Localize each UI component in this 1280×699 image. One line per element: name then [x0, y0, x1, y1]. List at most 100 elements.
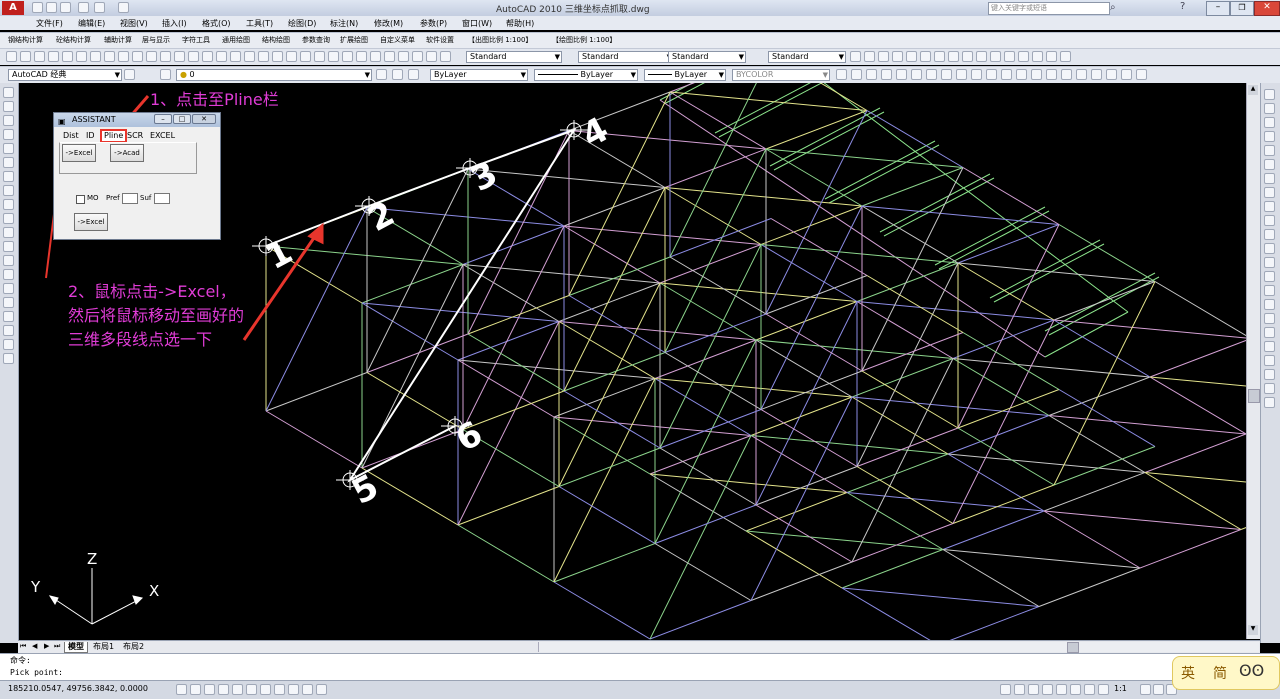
standard-tool-35-icon[interactable] [892, 51, 903, 62]
menu-item-0[interactable]: 文件(F) [36, 18, 63, 29]
draw-tool-18-icon[interactable] [3, 339, 14, 350]
draw-tool-15-icon[interactable] [3, 297, 14, 308]
standard-tool-43-icon[interactable] [1004, 51, 1015, 62]
view-tool-18-icon[interactable] [1106, 69, 1117, 80]
modify-tool-8-icon[interactable] [1264, 201, 1275, 212]
dialog-maximize-icon[interactable]: □ [173, 114, 191, 124]
help-icon[interactable]: ? [1180, 1, 1185, 12]
layer-previous-icon[interactable] [392, 69, 403, 80]
modify-tool-16-icon[interactable] [1264, 313, 1275, 324]
standard-tool-47-icon[interactable] [1060, 51, 1071, 62]
scroll-up-icon[interactable]: ▲ [1248, 85, 1258, 95]
text-style-combo[interactable]: Standard ▼ [466, 51, 562, 63]
standard-tool-46-icon[interactable] [1046, 51, 1057, 62]
view-tool-14-icon[interactable] [1046, 69, 1057, 80]
tab-nav-next-icon[interactable]: ▶ [44, 642, 49, 650]
status-toggle-20-icon[interactable] [1153, 684, 1164, 695]
dialog-titlebar[interactable]: ▣ ASSISTANT – □ ✕ [54, 113, 220, 127]
standard-tool-34-icon[interactable] [878, 51, 889, 62]
status-toggle-7-icon[interactable] [274, 684, 285, 695]
status-toggle-16-icon[interactable] [1070, 684, 1081, 695]
draw-tool-12-icon[interactable] [3, 255, 14, 266]
qat-undo-icon[interactable] [78, 2, 89, 13]
standard-tool-24-icon[interactable] [342, 51, 353, 62]
menu-item-7[interactable]: 标注(N) [330, 18, 358, 29]
draw-tool-19-icon[interactable] [3, 353, 14, 364]
modify-tool-6-icon[interactable] [1264, 173, 1275, 184]
standard-tool-18-icon[interactable] [258, 51, 269, 62]
status-toggle-3-icon[interactable] [218, 684, 229, 695]
draw-tool-6-icon[interactable] [3, 171, 14, 182]
draw-tool-10-icon[interactable] [3, 227, 14, 238]
view-tool-5-icon[interactable] [911, 69, 922, 80]
custom-menu-item-2[interactable]: 辅助计算 [104, 35, 132, 45]
status-toggle-10-icon[interactable] [316, 684, 327, 695]
view-tool-20-icon[interactable] [1136, 69, 1147, 80]
color-combo[interactable]: ByLayer ▼ [430, 69, 528, 81]
workspace-settings-icon[interactable] [124, 69, 135, 80]
standard-tool-0-icon[interactable] [6, 51, 17, 62]
minimize-icon[interactable]: – [1206, 1, 1230, 16]
standard-tool-22-icon[interactable] [314, 51, 325, 62]
tab-dist[interactable]: Dist [63, 131, 79, 141]
modify-tool-22-icon[interactable] [1264, 397, 1275, 408]
modify-tool-14-icon[interactable] [1264, 285, 1275, 296]
modify-tool-4-icon[interactable] [1264, 145, 1275, 156]
standard-tool-42-icon[interactable] [990, 51, 1001, 62]
qat-plot-icon[interactable] [118, 2, 129, 13]
custom-menu-item-4[interactable]: 字符工具 [182, 35, 210, 45]
standard-tool-9-icon[interactable] [132, 51, 143, 62]
standard-tool-32-icon[interactable] [850, 51, 861, 62]
status-toggle-11-icon[interactable] [1000, 684, 1011, 695]
ime-indicator[interactable]: 英 简 ʘʘ [1172, 656, 1280, 690]
view-tool-12-icon[interactable] [1016, 69, 1027, 80]
modify-tool-15-icon[interactable] [1264, 299, 1275, 310]
custom-menu-item-12[interactable]: 【绘图比例 1:100】 [552, 35, 616, 45]
custom-menu-item-5[interactable]: 通用绘图 [222, 35, 250, 45]
annotation-scale[interactable]: 1:1 [1114, 684, 1127, 693]
status-toggle-5-icon[interactable] [246, 684, 257, 695]
standard-tool-44-icon[interactable] [1018, 51, 1029, 62]
hscroll-thumb[interactable] [1067, 642, 1079, 653]
draw-tool-9-icon[interactable] [3, 213, 14, 224]
modify-tool-13-icon[interactable] [1264, 271, 1275, 282]
standard-tool-14-icon[interactable] [202, 51, 213, 62]
suf-input[interactable] [154, 193, 170, 204]
status-toggle-14-icon[interactable] [1042, 684, 1053, 695]
draw-tool-13-icon[interactable] [3, 269, 14, 280]
standard-tool-1-icon[interactable] [20, 51, 31, 62]
modify-tool-21-icon[interactable] [1264, 383, 1275, 394]
autocad-logo-icon[interactable]: A [2, 1, 24, 15]
standard-tool-20-icon[interactable] [286, 51, 297, 62]
view-tool-17-icon[interactable] [1091, 69, 1102, 80]
dim-style-combo[interactable]: Standard▼ [578, 51, 674, 63]
menu-item-1[interactable]: 编辑(E) [78, 18, 105, 29]
standard-tool-26-icon[interactable] [370, 51, 381, 62]
view-tool-19-icon[interactable] [1121, 69, 1132, 80]
layer-combo[interactable]: ● 0 ▼ [176, 69, 372, 81]
command-window[interactable]: 命令: Pick point: [0, 653, 1280, 680]
standard-tool-40-icon[interactable] [962, 51, 973, 62]
lineweight-combo[interactable]: ByLayer ▼ [644, 69, 726, 81]
menu-item-3[interactable]: 插入(I) [162, 18, 187, 29]
tab-id[interactable]: ID [86, 131, 95, 141]
tab-layout1[interactable]: 布局1 [90, 642, 117, 652]
view-tool-9-icon[interactable] [971, 69, 982, 80]
menu-item-8[interactable]: 修改(M) [374, 18, 403, 29]
menu-item-9[interactable]: 参数(P) [420, 18, 447, 29]
modify-tool-12-icon[interactable] [1264, 257, 1275, 268]
modify-tool-10-icon[interactable] [1264, 229, 1275, 240]
tab-nav-first-icon[interactable]: ⏮ [20, 642, 26, 651]
modify-tool-1-icon[interactable] [1264, 103, 1275, 114]
plotstyle-combo[interactable]: BYCOLOR ▼ [732, 69, 830, 81]
view-tool-1-icon[interactable] [851, 69, 862, 80]
tab-layout2[interactable]: 布局2 [120, 642, 147, 652]
ime-lang[interactable]: 英 [1181, 663, 1195, 683]
custom-menu-item-6[interactable]: 结构绘图 [262, 35, 290, 45]
multileader-style-combo[interactable]: Standard ▼ [768, 51, 846, 63]
status-toggle-17-icon[interactable] [1084, 684, 1095, 695]
standard-tool-7-icon[interactable] [104, 51, 115, 62]
standard-tool-38-icon[interactable] [934, 51, 945, 62]
standard-tool-10-icon[interactable] [146, 51, 157, 62]
to-excel-button[interactable]: ->Excel [62, 144, 96, 162]
